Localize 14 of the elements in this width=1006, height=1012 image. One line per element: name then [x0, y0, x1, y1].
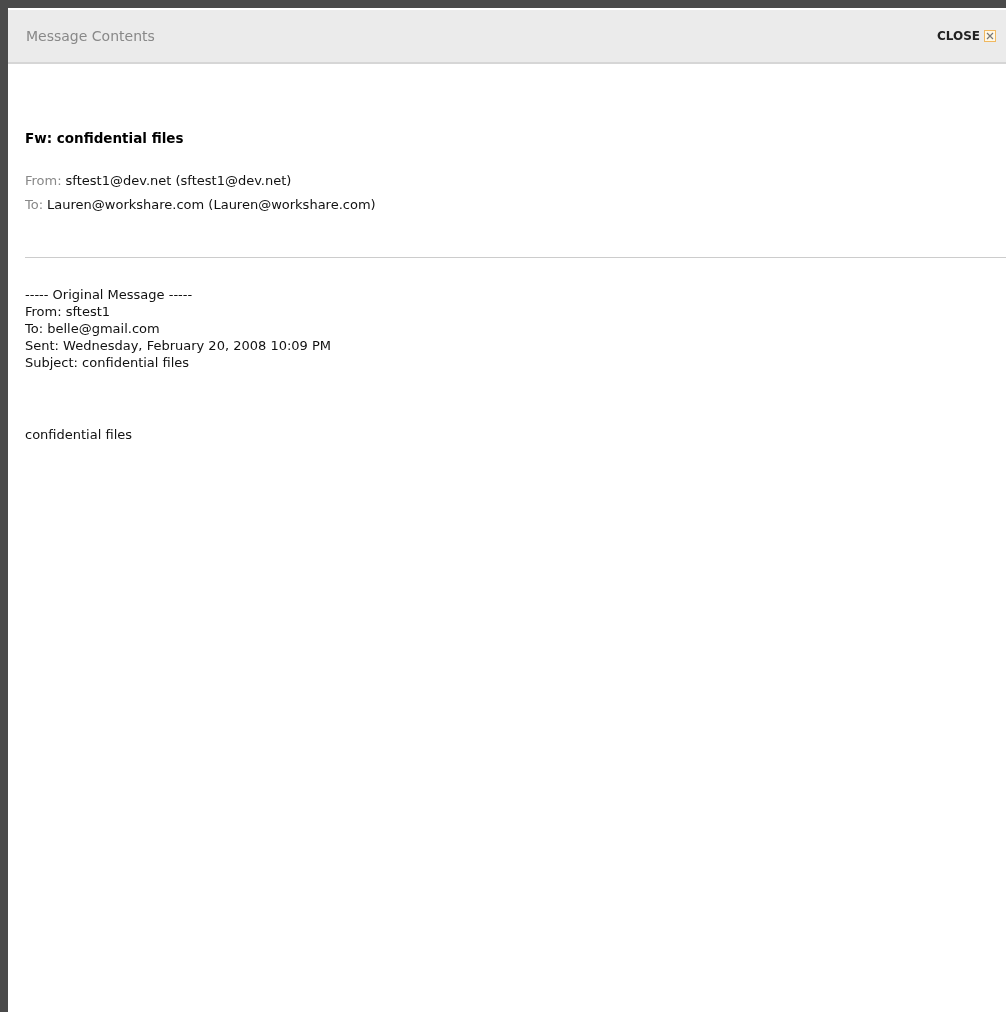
- field-value: Lauren@workshare.com (Lauren@workshare.com): [47, 196, 376, 214]
- field-label: From:: [25, 172, 62, 190]
- close-icon: [984, 30, 996, 42]
- quoted-line: Sent: Wednesday, February 20, 2008 10:09 PM: [25, 337, 333, 354]
- quoted-line: From: sftest1: [25, 303, 112, 320]
- close-button[interactable]: CLOSE: [936, 29, 996, 43]
- window-title: Message Contents: [26, 28, 155, 44]
- field-value: sftest1@dev.net (sftest1@dev.net): [65, 172, 292, 190]
- message-subject: Fw: confidential files: [25, 130, 185, 146]
- message-body: confidential files: [25, 427, 133, 442]
- quoted-line: To: belle@gmail.com: [25, 320, 161, 337]
- quoted-line: ----- Original Message -----: [25, 286, 194, 303]
- quoted-line: Subject: confidential files: [25, 354, 191, 371]
- field-label: To:: [25, 196, 44, 214]
